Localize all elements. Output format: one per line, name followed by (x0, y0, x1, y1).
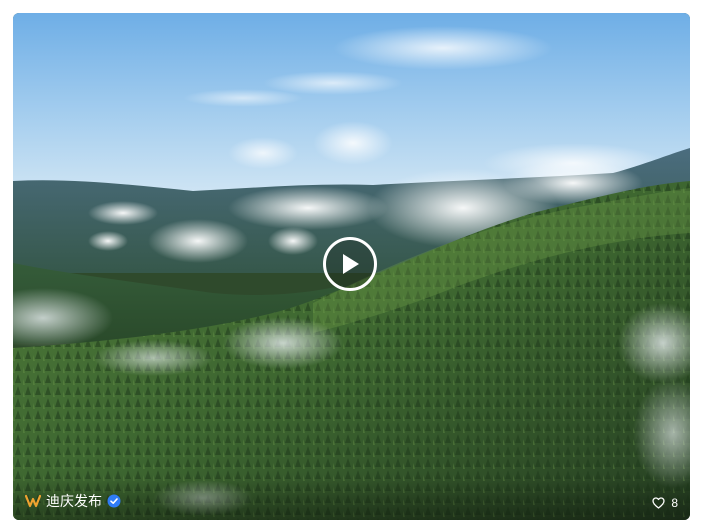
video-card[interactable]: 迪庆发布 8 (13, 13, 690, 520)
play-icon (340, 253, 360, 275)
like-button[interactable]: 8 (652, 496, 678, 510)
play-button[interactable] (323, 237, 377, 291)
author-info[interactable]: 迪庆发布 (25, 491, 121, 511)
heart-icon (652, 497, 665, 509)
author-name[interactable]: 迪庆发布 (46, 491, 102, 511)
like-count: 8 (671, 496, 678, 510)
brand-logo-icon (25, 494, 41, 508)
verified-badge-icon (107, 494, 121, 508)
